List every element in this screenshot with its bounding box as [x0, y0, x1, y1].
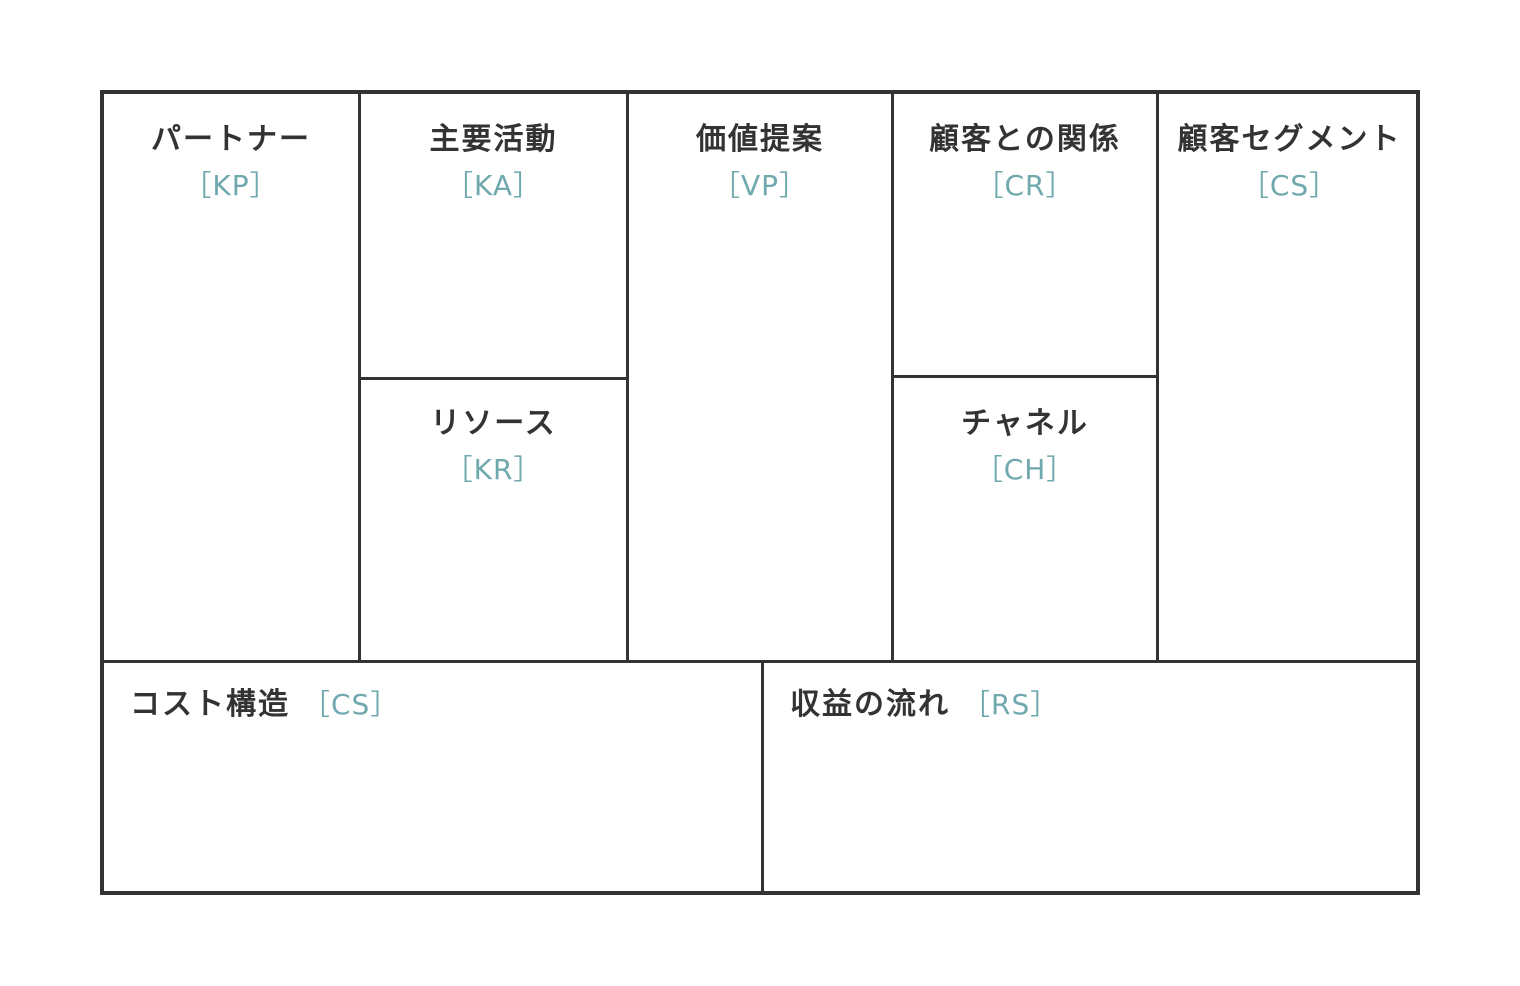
block-key-partners: パートナー ［KP］	[104, 94, 358, 660]
block-title: 収益の流れ	[790, 687, 950, 722]
block-code: ［VP］	[711, 169, 809, 202]
block-code: ［RS］	[962, 688, 1060, 721]
block-title: 顧客セグメント	[1177, 122, 1402, 157]
block-title: チャネル	[961, 406, 1089, 441]
block-code: ［KR］	[444, 453, 543, 486]
block-code: ［CS］	[1240, 169, 1339, 202]
block-customer-segments: 顧客セグメント ［CS］	[1159, 94, 1420, 660]
block-title: 価値提案	[696, 122, 824, 157]
block-channels: チャネル ［CH］	[894, 378, 1156, 660]
block-value-propositions: 価値提案 ［VP］	[629, 94, 891, 660]
block-customer-relationships: 顧客との関係 ［CR］	[894, 94, 1156, 375]
block-title: リソース	[430, 406, 557, 441]
block-code: ［CH］	[974, 453, 1076, 486]
block-title: コスト構造	[130, 687, 290, 722]
business-model-canvas: パートナー ［KP］ 主要活動 ［KA］ リソース ［KR］ 価値提案 ［VP］…	[100, 90, 1420, 895]
block-key-resources: リソース ［KR］	[361, 380, 626, 660]
block-code: ［CR］	[975, 169, 1075, 202]
block-title: パートナー	[151, 122, 311, 157]
block-code: ［CS］	[302, 688, 400, 721]
block-cost-structure: コスト構造 ［CS］	[104, 663, 761, 895]
block-title: 主要活動	[429, 122, 558, 157]
block-code: ［KA］	[444, 169, 543, 202]
block-title: 顧客との関係	[929, 122, 1121, 157]
block-key-activities: 主要活動 ［KA］	[361, 94, 626, 377]
block-code: ［KP］	[183, 169, 279, 202]
block-revenue-streams: 収益の流れ ［RS］	[764, 663, 1420, 895]
